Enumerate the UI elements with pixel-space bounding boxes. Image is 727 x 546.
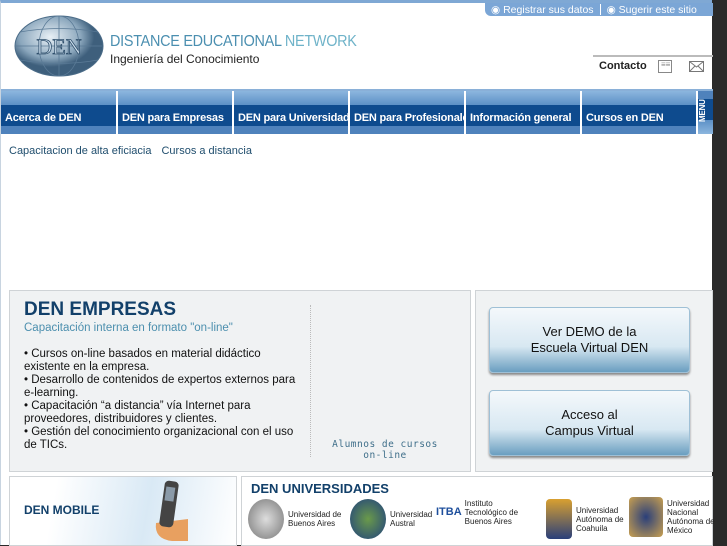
register-link[interactable]: ◉ Registrar sus datos (485, 4, 600, 16)
divider (310, 305, 311, 457)
empresas-subtitle: Capacitación interna en formato "on-line… (24, 322, 233, 334)
breadcrumb-item[interactable]: Capacitacion de alta eficiacia (9, 145, 151, 157)
itba-logo[interactable]: ITBA Instituto Tecnológico de Buenos Aire… (436, 499, 523, 526)
title-part: NETWORK (284, 33, 357, 50)
nav-informacion[interactable]: Información general (466, 91, 580, 134)
svg-text:DEN: DEN (36, 34, 81, 59)
den-logo[interactable]: DEN (14, 15, 104, 77)
nav-acerca[interactable]: Acerca de DEN (1, 91, 116, 134)
main-nav: Acerca de DEN DEN para Empresas DEN para… (1, 89, 713, 134)
form-icon[interactable]: ≡≡ (658, 60, 672, 73)
coahuila-seal-icon (546, 499, 572, 539)
top-links: ◉ Registrar sus datos ◉ Sugerir este sit… (485, 3, 713, 16)
unam-label: Universidad Nacional Autónoma de México (667, 499, 715, 535)
campus-label: Acceso al Campus Virtual (545, 407, 634, 438)
nav-profesionales[interactable]: DEN para Profesionales (350, 91, 475, 134)
universidades-panel: DEN UNIVERSIDADES Universidad de Buenos … (241, 476, 715, 546)
mail-icon[interactable] (689, 61, 704, 72)
austral-seal-icon (350, 499, 386, 539)
campus-button[interactable]: Acceso al Campus Virtual (489, 390, 690, 456)
empresas-panel: DEN EMPRESAS Capacitación interna en for… (9, 290, 471, 472)
uba-seal-icon (248, 499, 284, 539)
unam-seal-icon (629, 497, 663, 537)
list-item: • Gestión del conocimiento organizaciona… (24, 426, 294, 451)
contact-link[interactable]: Contacto (599, 60, 647, 72)
mobile-banner[interactable]: DEN MOBILE (9, 476, 237, 546)
uba-logo[interactable]: Universidad de Buenos Aires (248, 499, 348, 539)
mobile-label: DEN MOBILE (24, 503, 100, 517)
universidades-title: DEN UNIVERSIDADES (251, 481, 389, 496)
uba-label: Universidad de Buenos Aires (288, 510, 342, 528)
coahuila-logo[interactable]: Universidad Autónoma de Coahuila (546, 499, 626, 539)
nav-cursos[interactable]: Cursos en DEN (582, 91, 696, 134)
register-label: Registrar sus datos (503, 3, 594, 16)
empresas-bullets: • Cursos on-line basados en material did… (24, 348, 304, 452)
breadcrumb: Capacitacion de alta eficiacia Cursos a d… (9, 145, 262, 157)
demo-label: Ver DEMO de la Escuela Virtual DEN (530, 324, 649, 355)
austral-logo[interactable]: Universidad Austral (350, 499, 440, 539)
breadcrumb-item[interactable]: Cursos a distancia (161, 145, 252, 157)
coahuila-label: Universidad Autónoma de Coahuila (576, 505, 624, 533)
access-panel: Ver DEMO de la Escuela Virtual DEN Acces… (475, 290, 713, 472)
list-item: • Desarrollo de contenidos de expertos e… (24, 374, 296, 399)
demo-button[interactable]: Ver DEMO de la Escuela Virtual DEN (489, 307, 690, 373)
phone-icon (155, 480, 188, 541)
empresas-title: DEN EMPRESAS (24, 299, 177, 320)
list-item: • Capacitación “a distancia” vía Interne… (24, 400, 251, 425)
itba-mark: ITBA (436, 506, 462, 518)
menu-tab[interactable]: MENU (698, 91, 713, 134)
austral-label: Universidad Austral (390, 510, 433, 528)
title-part: EDUCATIONAL (183, 33, 285, 50)
list-item: • Cursos on-line basados en material did… (24, 348, 261, 373)
alumnos-link[interactable]: Alumnos de cursos on-line (330, 439, 440, 461)
divider (593, 55, 713, 57)
suggest-link[interactable]: ◉ Sugerir este sitio (601, 4, 703, 16)
page: ◉ Registrar sus datos ◉ Sugerir este sit… (0, 0, 715, 546)
nav-universidades[interactable]: DEN para Universidades (234, 91, 362, 134)
unam-logo[interactable]: Universidad Nacional Autónoma de México (629, 497, 715, 537)
site-subtitle: Ingeniería del Conocimiento (110, 52, 260, 66)
itba-label: Instituto Tecnológico de Buenos Aires (464, 499, 519, 526)
title-part: DISTANCE (110, 33, 184, 50)
suggest-label: Sugerir este sitio (618, 3, 697, 16)
nav-empresas[interactable]: DEN para Empresas (118, 91, 232, 134)
site-title: DISTANCE EDUCATIONAL NETWORK (110, 33, 357, 51)
